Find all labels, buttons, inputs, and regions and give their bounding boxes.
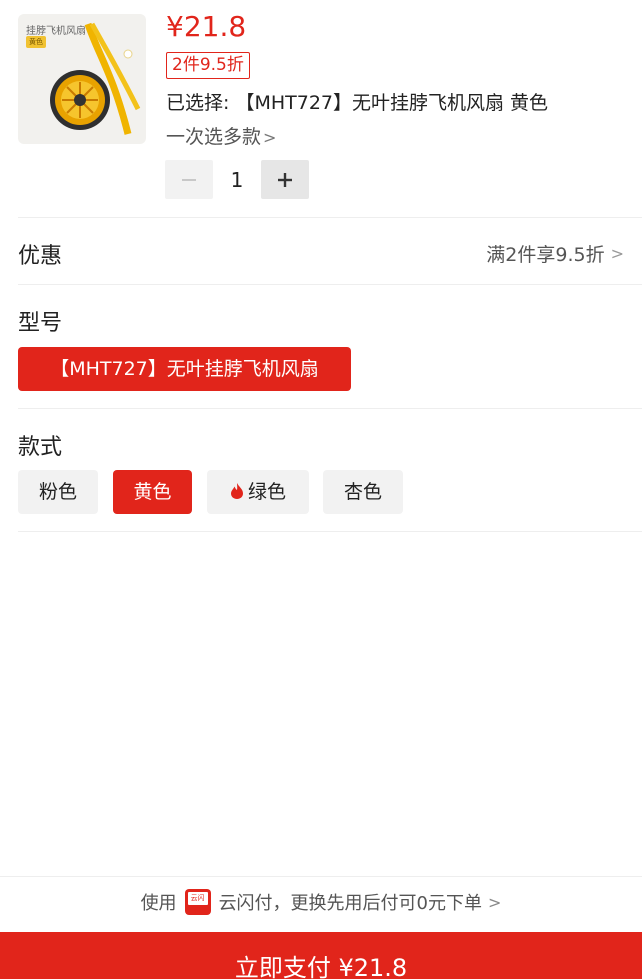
style-option-green-label: 绿色 bbox=[247, 481, 286, 503]
promo-row[interactable]: 满2件享9.5折 > bbox=[486, 240, 624, 267]
price: ¥21.8 bbox=[166, 10, 247, 43]
multi-select-link[interactable]: 一次选多款 > bbox=[166, 122, 276, 149]
pay-now-button[interactable]: 立即支付 ¥21.8 bbox=[0, 932, 642, 979]
multi-select-label: 一次选多款 bbox=[166, 126, 262, 148]
model-label: 型号 bbox=[18, 311, 63, 336]
style-option-green[interactable]: 绿色 bbox=[207, 470, 309, 514]
divider bbox=[0, 876, 642, 877]
quantity-value[interactable]: 1 bbox=[213, 168, 261, 192]
style-label: 款式 bbox=[18, 435, 63, 460]
discount-badge: 2件9.5折 bbox=[166, 52, 250, 79]
increase-quantity-button[interactable] bbox=[261, 160, 309, 199]
style-option-apricot[interactable]: 杏色 bbox=[323, 470, 403, 514]
decrease-quantity-button[interactable] bbox=[165, 160, 213, 199]
model-option-mht727[interactable]: 【MHT727】无叶挂脖飞机风扇 bbox=[18, 347, 351, 391]
selected-variant-text: 已选择: 【MHT727】无叶挂脖飞机风扇 黄色 bbox=[166, 92, 549, 114]
chevron-right-icon: > bbox=[263, 128, 277, 147]
style-option-pink[interactable]: 粉色 bbox=[18, 470, 98, 514]
chevron-right-icon: > bbox=[610, 244, 624, 263]
thumbnail-tag: 黄色 bbox=[26, 36, 46, 48]
plus-icon bbox=[278, 172, 292, 187]
product-thumbnail[interactable]: 挂脖飞机风扇 黄色 bbox=[18, 14, 146, 144]
divider bbox=[18, 408, 642, 409]
chevron-right-icon: > bbox=[488, 892, 502, 912]
pay-hint-prefix: 使用 bbox=[140, 893, 177, 914]
divider bbox=[18, 217, 642, 218]
divider bbox=[18, 531, 642, 532]
payment-method-hint[interactable]: 使用 云闪付 云闪付，更换先用后付可0元下单 > bbox=[0, 882, 642, 922]
pay-hint-suffix: 云闪付，更换先用后付可0元下单 bbox=[218, 893, 483, 914]
unionpay-quickpass-logo: 云闪付 bbox=[184, 889, 211, 915]
flame-icon bbox=[230, 482, 243, 499]
promo-value: 满2件享9.5折 bbox=[486, 244, 605, 266]
promo-label: 优惠 bbox=[18, 244, 63, 269]
minus-icon bbox=[182, 178, 196, 181]
divider bbox=[18, 284, 642, 285]
quantity-stepper: 1 bbox=[165, 160, 309, 199]
style-option-yellow[interactable]: 黄色 bbox=[113, 470, 192, 514]
thumbnail-caption: 挂脖飞机风扇 bbox=[26, 26, 86, 37]
